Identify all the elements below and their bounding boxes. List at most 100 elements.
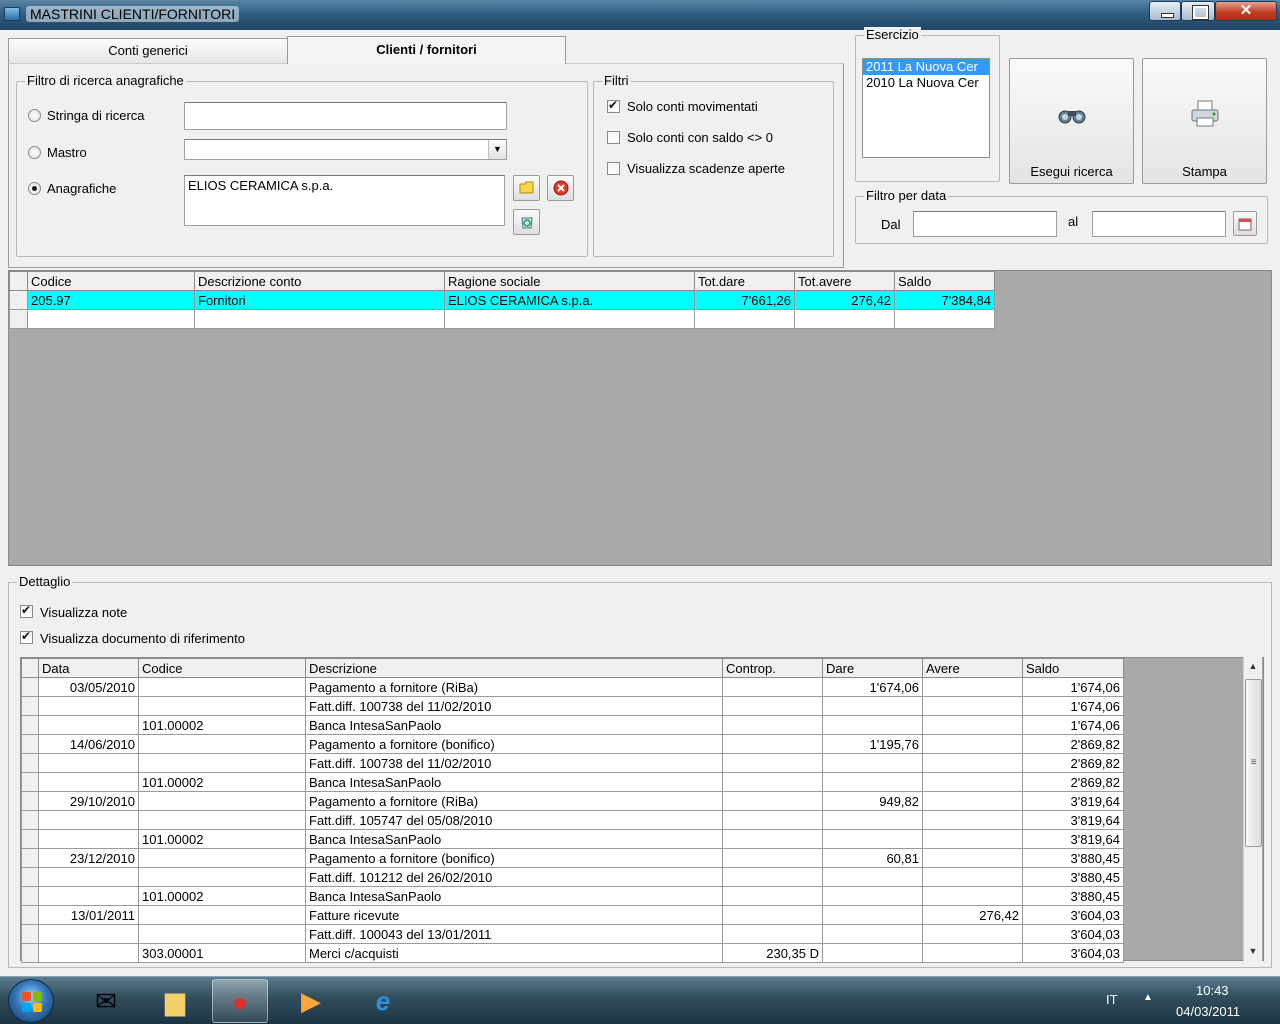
table-row[interactable]: 29/10/2010 Pagamento a fornitore (RiBa) 94… bbox=[21, 791, 1124, 811]
col-controp[interactable]: Controp. bbox=[722, 658, 823, 678]
cell-tot-dare[interactable]: 7'661,26 bbox=[694, 290, 795, 310]
cell-controp[interactable] bbox=[722, 924, 823, 944]
cell-avere[interactable] bbox=[922, 753, 1023, 773]
row-indicator[interactable] bbox=[21, 753, 39, 773]
cell-data[interactable]: 14/06/2010 bbox=[38, 734, 139, 754]
cell-data[interactable] bbox=[38, 924, 139, 944]
cell-descrizione[interactable]: Merci c/acquisti bbox=[305, 943, 723, 963]
row-indicator[interactable] bbox=[21, 943, 39, 963]
clear-anagrafica-button[interactable] bbox=[547, 175, 574, 201]
cell-dare[interactable] bbox=[822, 829, 923, 849]
cell-codice[interactable] bbox=[138, 810, 306, 830]
cell-descrizione[interactable]: Banca IntesaSanPaolo bbox=[305, 829, 723, 849]
cell-data[interactable] bbox=[38, 829, 139, 849]
cell-ragione-sociale[interactable] bbox=[444, 309, 695, 329]
col-descrizione[interactable]: Descrizione bbox=[305, 658, 723, 678]
cell-codice[interactable] bbox=[138, 924, 306, 944]
mastro-select[interactable]: ▼ bbox=[184, 139, 507, 160]
cell-controp[interactable] bbox=[722, 772, 823, 792]
maximize-button[interactable] bbox=[1181, 1, 1215, 21]
radio-anagrafiche[interactable] bbox=[28, 182, 41, 195]
esercizio-listbox[interactable]: 2011 La Nuova Cer 2010 La Nuova Cer bbox=[862, 58, 990, 158]
cell-saldo[interactable]: 3'819,64 bbox=[1022, 810, 1124, 830]
cell-descrizione[interactable]: Banca IntesaSanPaolo bbox=[305, 886, 723, 906]
cell-controp[interactable] bbox=[722, 810, 823, 830]
cell-controp[interactable] bbox=[722, 886, 823, 906]
chevron-down-icon[interactable]: ▼ bbox=[488, 140, 506, 159]
cell-avere[interactable] bbox=[922, 791, 1023, 811]
cell-controp[interactable] bbox=[722, 867, 823, 887]
stampa-button[interactable]: Stampa bbox=[1142, 58, 1267, 184]
cell-dare[interactable] bbox=[822, 924, 923, 944]
cell-avere[interactable] bbox=[922, 943, 1023, 963]
cell-controp[interactable] bbox=[722, 715, 823, 735]
cell-dare[interactable] bbox=[822, 886, 923, 906]
visualizza-doc-checkbox[interactable] bbox=[20, 629, 33, 644]
taskbar-mail-icon[interactable]: ✉ bbox=[78, 979, 134, 1023]
cell-dare[interactable]: 60,81 bbox=[822, 848, 923, 868]
stringa-input[interactable] bbox=[184, 102, 507, 130]
cell-controp[interactable] bbox=[722, 677, 823, 697]
cell-saldo[interactable]: 7'384,84 bbox=[894, 290, 995, 310]
cell-saldo[interactable]: 3'819,64 bbox=[1022, 829, 1124, 849]
cell-descrizione[interactable]: Fatt.diff. 105747 del 05/08/2010 bbox=[305, 810, 723, 830]
cell-codice[interactable] bbox=[138, 848, 306, 868]
col-descrizione-conto[interactable]: Descrizione conto bbox=[194, 271, 445, 291]
cell-tot-dare[interactable] bbox=[694, 309, 795, 329]
esercizio-item-2011[interactable]: 2011 La Nuova Cer bbox=[863, 59, 989, 75]
cell-saldo[interactable] bbox=[894, 309, 995, 329]
row-indicator[interactable] bbox=[9, 290, 28, 310]
cell-data[interactable] bbox=[38, 772, 139, 792]
tab-conti-generici[interactable]: Conti generici bbox=[8, 38, 288, 64]
language-indicator[interactable]: IT bbox=[1106, 992, 1118, 1007]
row-indicator[interactable] bbox=[21, 772, 39, 792]
table-row[interactable]: 101.00002 Banca IntesaSanPaolo 2'869,82 bbox=[21, 772, 1124, 792]
cell-descrizione[interactable] bbox=[194, 309, 445, 329]
cell-saldo[interactable]: 3'604,03 bbox=[1022, 924, 1124, 944]
cell-codice[interactable] bbox=[138, 905, 306, 925]
radio-stringa[interactable] bbox=[28, 109, 41, 122]
row-indicator[interactable] bbox=[21, 791, 39, 811]
taskbar-app-icon[interactable]: ● bbox=[212, 979, 268, 1023]
table-row[interactable]: 14/06/2010 Pagamento a fornitore (bonific… bbox=[21, 734, 1124, 754]
cell-saldo[interactable]: 1'674,06 bbox=[1022, 677, 1124, 697]
col-saldo[interactable]: Saldo bbox=[1022, 658, 1124, 678]
taskbar-media-icon[interactable]: ▶ bbox=[283, 979, 339, 1023]
row-indicator[interactable] bbox=[9, 309, 28, 329]
cell-dare[interactable] bbox=[822, 810, 923, 830]
dal-input[interactable] bbox=[913, 211, 1057, 237]
anagrafiche-field[interactable]: ELIOS CERAMICA s.p.a. bbox=[184, 175, 505, 226]
cell-avere[interactable]: 276,42 bbox=[922, 905, 1023, 925]
cell-avere[interactable] bbox=[922, 677, 1023, 697]
cell-avere[interactable] bbox=[922, 715, 1023, 735]
scroll-down-icon[interactable]: ▼ bbox=[1244, 943, 1262, 960]
cell-controp[interactable] bbox=[722, 829, 823, 849]
cell-codice[interactable] bbox=[138, 734, 306, 754]
cell-controp[interactable] bbox=[722, 696, 823, 716]
col-tot-dare[interactable]: Tot.dare bbox=[694, 271, 795, 291]
cell-saldo[interactable]: 3'880,45 bbox=[1022, 886, 1124, 906]
browse-anagrafica-button[interactable] bbox=[513, 175, 540, 201]
cell-saldo[interactable]: 3'880,45 bbox=[1022, 848, 1124, 868]
scroll-thumb[interactable]: ≡ bbox=[1245, 679, 1262, 847]
col-saldo[interactable]: Saldo bbox=[894, 271, 995, 291]
close-button[interactable]: ✕ bbox=[1215, 1, 1277, 21]
cell-data[interactable] bbox=[38, 810, 139, 830]
esegui-ricerca-button[interactable]: Esegui ricerca bbox=[1009, 58, 1134, 184]
cell-codice[interactable]: 101.00002 bbox=[138, 772, 306, 792]
cell-codice[interactable] bbox=[138, 677, 306, 697]
cell-data[interactable] bbox=[38, 715, 139, 735]
cell-codice[interactable]: 101.00002 bbox=[138, 829, 306, 849]
refresh-anagrafica-button[interactable] bbox=[513, 209, 540, 235]
cell-saldo[interactable]: 1'674,06 bbox=[1022, 715, 1124, 735]
cell-data[interactable] bbox=[38, 867, 139, 887]
minimize-button[interactable] bbox=[1149, 1, 1181, 21]
cell-descrizione[interactable]: Fatt.diff. 100738 del 11/02/2010 bbox=[305, 696, 723, 716]
cell-saldo[interactable]: 3'604,03 bbox=[1022, 905, 1124, 925]
row-indicator[interactable] bbox=[21, 810, 39, 830]
col-codice[interactable]: Codice bbox=[138, 658, 306, 678]
cell-data[interactable] bbox=[38, 696, 139, 716]
table-row[interactable]: Fatt.diff. 105747 del 05/08/2010 3'819,64 bbox=[21, 810, 1124, 830]
cell-descrizione[interactable]: Fatture ricevute bbox=[305, 905, 723, 925]
cell-avere[interactable] bbox=[922, 886, 1023, 906]
